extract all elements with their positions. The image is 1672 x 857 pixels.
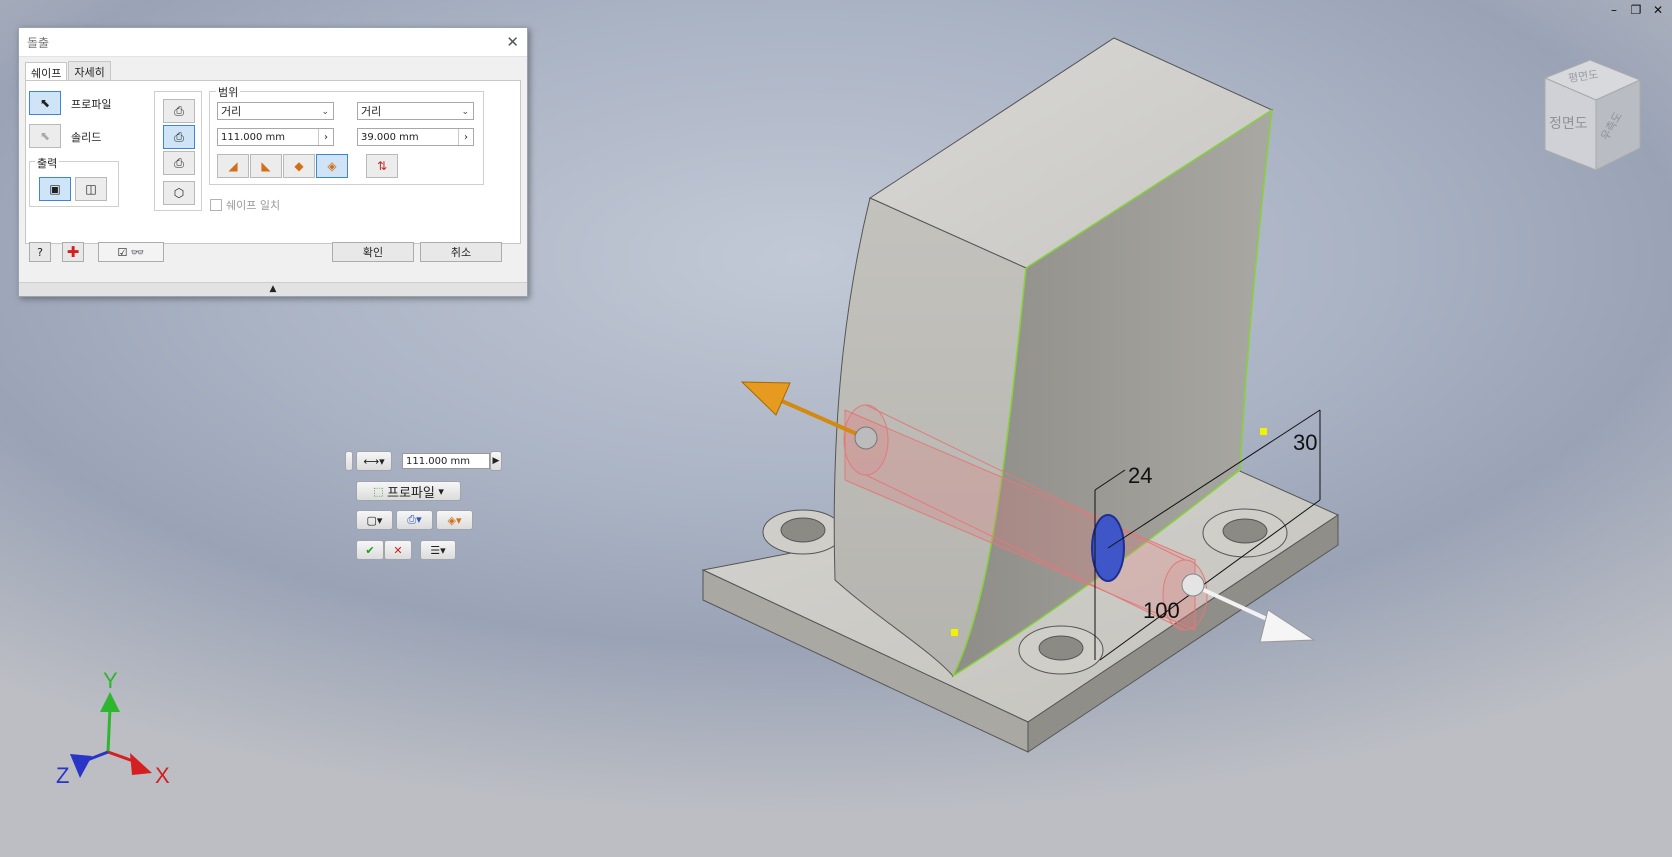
dimension-30[interactable]: 30	[1293, 430, 1317, 456]
chevron-down-icon: ▾	[438, 484, 444, 498]
add-button[interactable]: ✚	[62, 242, 84, 262]
tab-more[interactable]: 자세히	[68, 61, 111, 82]
cut-button[interactable]: ⎙	[163, 125, 195, 149]
dialog-expand-icon[interactable]: ▲	[19, 282, 527, 296]
mini-toolbar-grip[interactable]	[345, 451, 353, 471]
preview-toggle[interactable]: ☑ 👓	[98, 242, 164, 262]
output-solid-button[interactable]: ▣	[39, 177, 71, 201]
axis-triad	[70, 692, 152, 778]
ok-button[interactable]: 확인	[332, 242, 414, 262]
cancel-x-icon: ✕	[393, 543, 403, 557]
mini-cancel-button[interactable]: ✕	[384, 540, 412, 560]
direction-flipped-button[interactable]: ◣	[250, 154, 282, 178]
shape-tab-panel: ⬉ 프로파일 ⬉ 솔리드 출력 ▣ ◫ ⎙ ⎙ ⎙ ⬡ 범위 거리 ⌄ 거리 ⌄ 1…	[25, 80, 521, 244]
extrude-dialog: 돌출 ✕ 쉐이프 자세히 ⬉ 프로파일 ⬉ 솔리드 출력 ▣ ◫ ⎙ ⎙ ⎙ ⬡…	[18, 27, 528, 297]
close-window-icon[interactable]: ✕	[1652, 4, 1664, 16]
axis-y-label: Y	[103, 668, 118, 693]
direction1-type-select[interactable]: 거리 ⌄	[217, 102, 334, 120]
mini-output-button[interactable]: ▢▾	[356, 510, 393, 530]
match-shape-checkbox[interactable]: 쉐이프 일치	[210, 197, 280, 213]
glasses-icon: 👓	[130, 245, 145, 259]
viewcube-front-label[interactable]: 정면도	[1549, 113, 1588, 133]
chevron-right-icon[interactable]: ›	[318, 129, 333, 145]
direction-icon: ◈	[327, 159, 337, 173]
mini-ok-button[interactable]: ✔	[356, 540, 384, 560]
chevron-down-icon: ⌄	[321, 107, 329, 117]
axis-x-label: X	[155, 763, 170, 788]
profile-select-button[interactable]: ⬉	[29, 91, 61, 115]
dialog-title: 돌출	[27, 35, 50, 50]
window-controls: – ❐ ✕	[1608, 4, 1664, 16]
direction-icon: ◣	[261, 159, 271, 173]
checkbox-checked-icon: ☑	[117, 245, 128, 259]
cut-icon: ⎙	[174, 129, 184, 144]
new-solid-button[interactable]: ⬡	[163, 181, 195, 205]
flip-direction-button[interactable]: ⇅	[366, 154, 398, 178]
dialog-close-icon[interactable]: ✕	[506, 33, 519, 51]
mini-operation-button[interactable]: ⎙▾	[396, 510, 433, 530]
intersect-icon: ⎙	[174, 155, 184, 170]
chevron-down-icon: ⌄	[461, 107, 469, 117]
solid-cube-icon: ▣	[49, 182, 61, 196]
dialog-tabs: 쉐이프 자세히	[25, 61, 112, 83]
axis-z-label: Z	[56, 763, 70, 788]
mini-options-button[interactable]: ☰▾	[420, 540, 456, 560]
distance1-field[interactable]: 111.000 mm ›	[217, 128, 334, 146]
mini-profile-button[interactable]: ⬚ 프로파일 ▾	[356, 481, 461, 501]
cursor-arrow-icon: ⬉	[39, 129, 51, 143]
restore-icon[interactable]: ❐	[1630, 4, 1642, 16]
direction-asymmetric-button[interactable]: ◈	[316, 154, 348, 178]
mini-distance-arrow[interactable]: ▶	[490, 451, 502, 471]
chevron-right-icon[interactable]: ›	[458, 129, 473, 145]
mini-distance-input[interactable]: 111.000 mm	[402, 453, 490, 469]
profile-label: 프로파일	[71, 98, 112, 111]
mini-direction-button[interactable]: ◈▾	[436, 510, 473, 530]
checkmark-icon: ✔	[365, 543, 375, 557]
minimize-icon[interactable]: –	[1608, 4, 1620, 16]
flip-arrow-icon: ⇅	[376, 159, 388, 173]
direction2-type-select[interactable]: 거리 ⌄	[357, 102, 474, 120]
help-button[interactable]: ?	[29, 242, 51, 262]
direction-default-button[interactable]: ◢	[217, 154, 249, 178]
solid-label: 솔리드	[71, 131, 102, 144]
direction-icon: ◢	[228, 159, 238, 173]
dialog-footer: ? ✚ ☑ 👓 확인 취소	[19, 234, 527, 268]
surface-cube-icon: ◫	[85, 182, 97, 196]
solid-select-button[interactable]: ⬉	[29, 124, 61, 148]
join-button[interactable]: ⎙	[163, 99, 195, 123]
triangle-right-icon: ▶	[492, 456, 500, 466]
direction-icon: ◆	[294, 159, 304, 173]
output-surface-button[interactable]: ◫	[75, 177, 107, 201]
distance2-field[interactable]: 39.000 mm ›	[357, 128, 474, 146]
dimension-100[interactable]: 100	[1143, 598, 1180, 624]
cursor-arrow-icon: ⬉	[39, 96, 51, 110]
profile-select-icon: ⬚	[373, 484, 384, 498]
checkbox-box[interactable]	[210, 199, 222, 211]
direction-icon: ◈▾	[447, 513, 462, 527]
join-icon: ⎙	[174, 103, 184, 118]
intersect-button[interactable]: ⎙	[163, 151, 195, 175]
list-icon: ☰▾	[430, 543, 446, 557]
dimension-24[interactable]: 24	[1128, 463, 1152, 489]
output-label: 출력	[35, 155, 60, 171]
distance-icon: ⟷▾	[363, 454, 385, 468]
plus-icon: ✚	[66, 243, 80, 261]
solid-cube-icon: ▢▾	[366, 513, 383, 527]
direction-symmetric-button[interactable]: ◆	[283, 154, 315, 178]
extent-type-button[interactable]: ⟷▾	[356, 451, 392, 471]
new-solid-icon: ⬡	[173, 186, 185, 200]
cut-icon: ⎙▾	[407, 513, 422, 526]
help-icon: ?	[37, 245, 43, 259]
extents-label: 범위	[216, 84, 241, 100]
cancel-button[interactable]: 취소	[420, 242, 502, 262]
dialog-title-bar[interactable]: 돌출 ✕	[19, 28, 527, 57]
